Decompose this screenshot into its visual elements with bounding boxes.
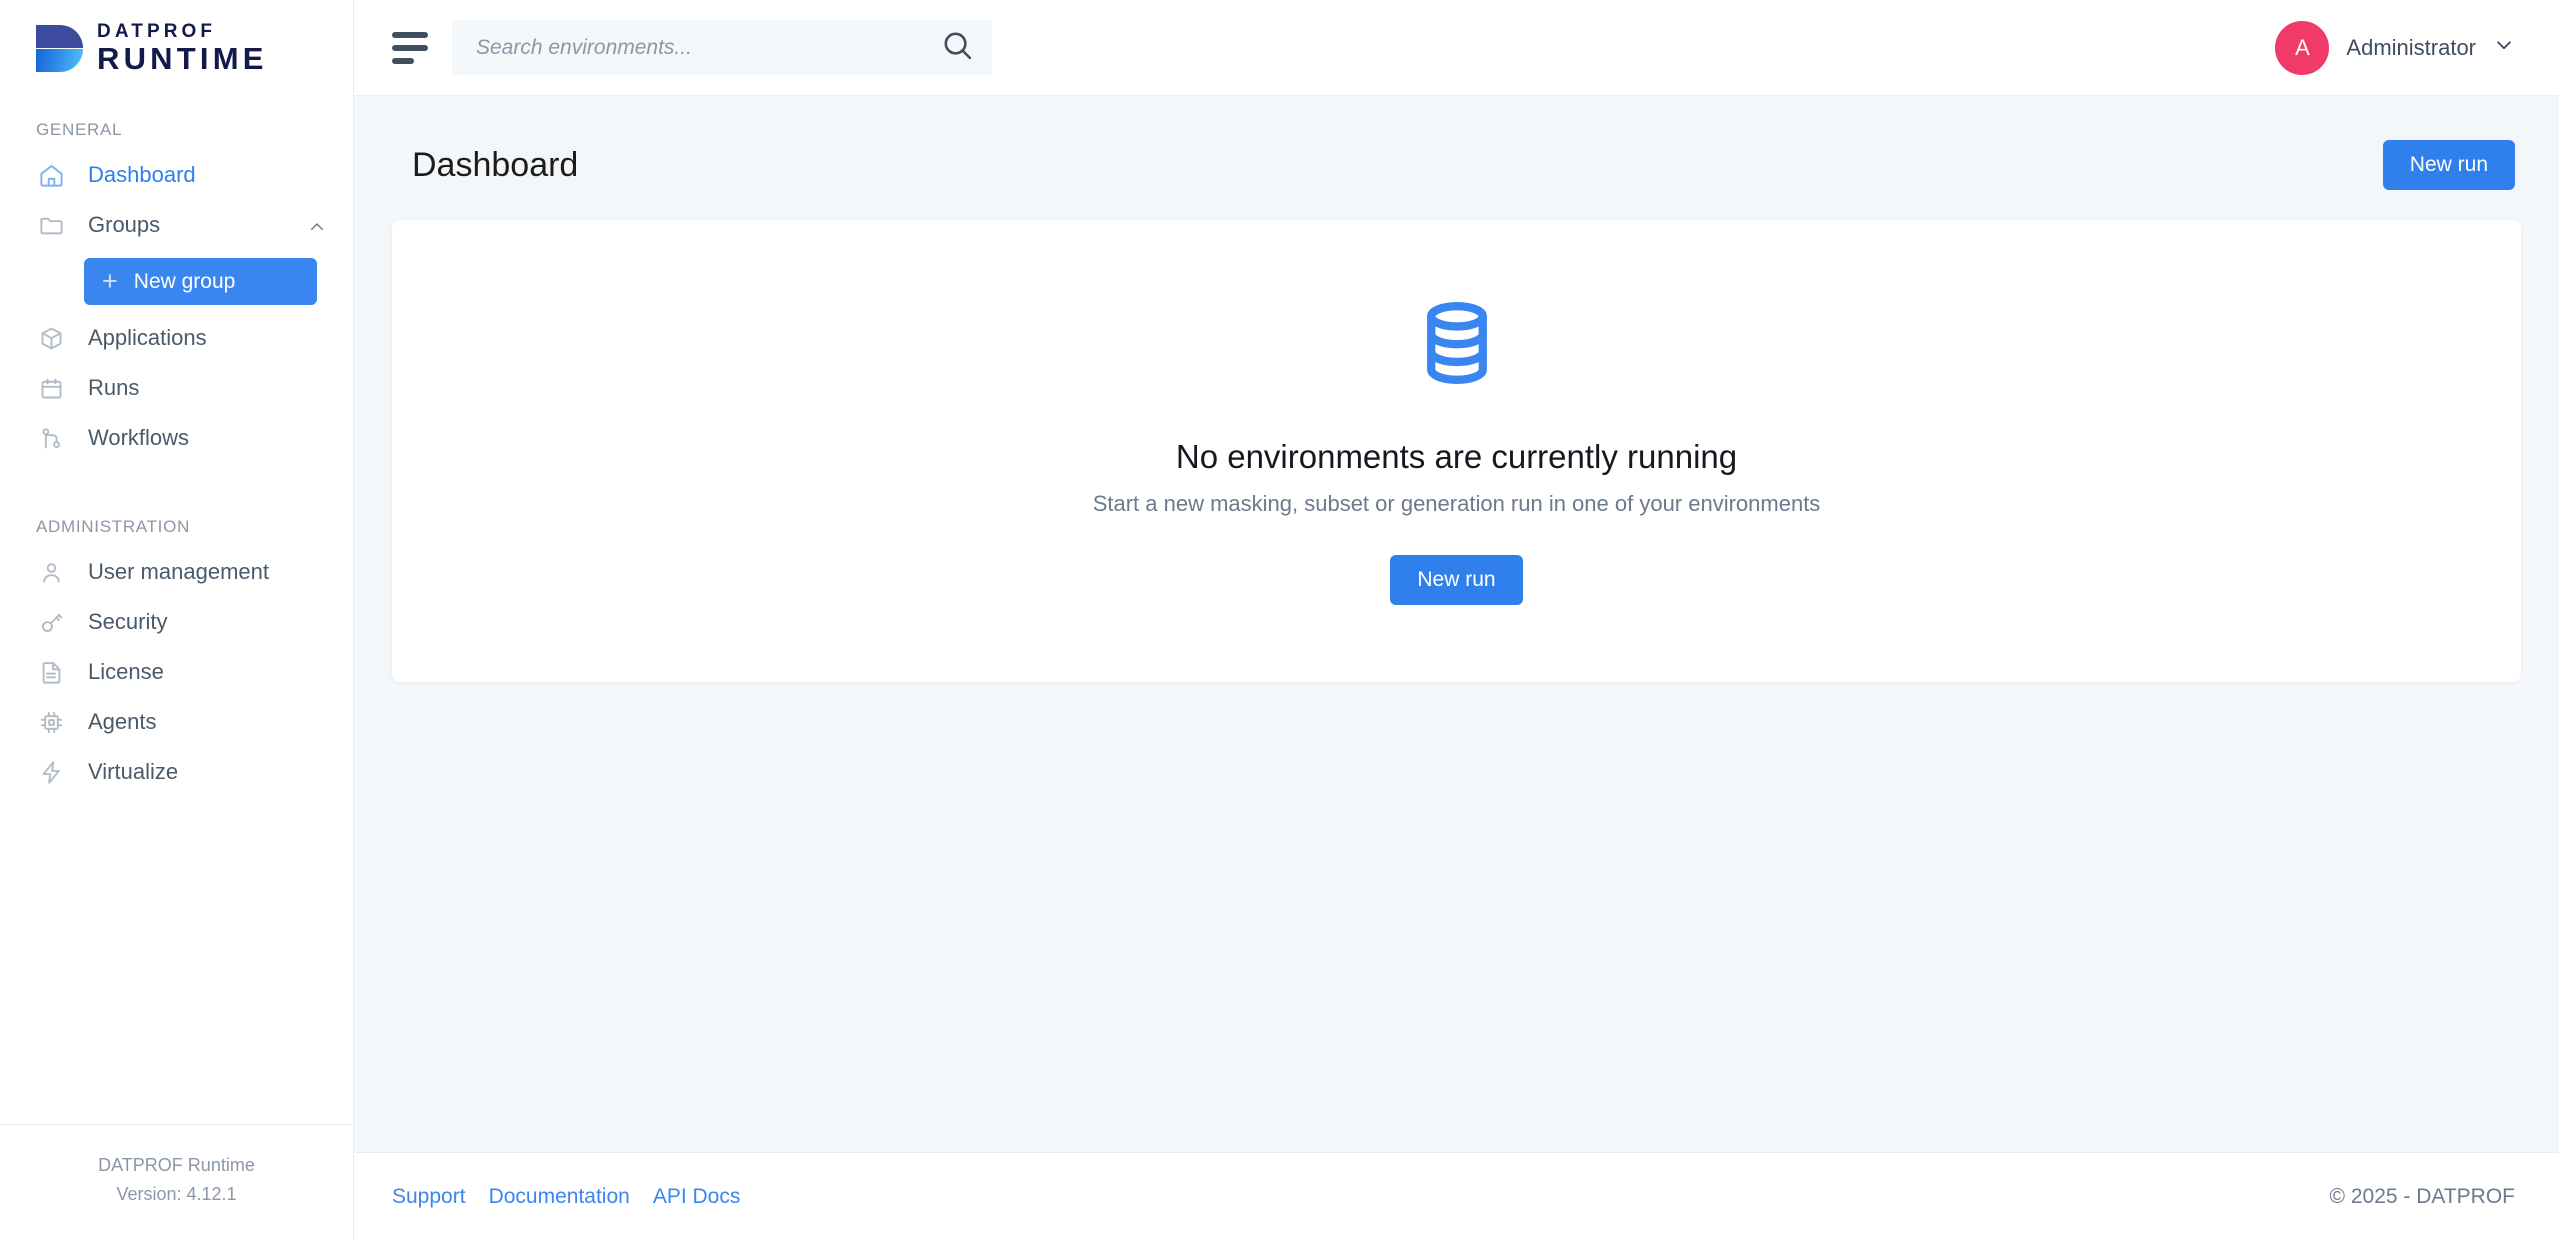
empty-state-title: No environments are currently running bbox=[1175, 438, 1738, 475]
nav-section-administration-title: ADMINISTRATION bbox=[36, 517, 190, 536]
sidebar-item-runs[interactable]: Runs bbox=[0, 363, 353, 413]
sidebar-item-label: Runs bbox=[88, 375, 140, 400]
new-group-button-label: New group bbox=[133, 269, 236, 293]
sidebar-item-security[interactable]: Security bbox=[0, 597, 353, 647]
sidebar-footer: DATPROF Runtime Version: 4.12.1 bbox=[0, 1123, 353, 1240]
sidebar-item-label: Security bbox=[88, 609, 168, 634]
sidebar-item-agents[interactable]: Agents bbox=[0, 697, 353, 747]
new-run-button-top[interactable]: New run bbox=[2382, 140, 2515, 190]
cpu-chip-icon bbox=[36, 707, 67, 738]
git-branch-icon bbox=[36, 423, 67, 454]
brand-datprof: DATPROF bbox=[97, 20, 217, 42]
copyright-text: © 2025 - DATPROF bbox=[2329, 1184, 2515, 1208]
footer-link-api-docs[interactable]: API Docs bbox=[653, 1185, 741, 1209]
hamburger-bar bbox=[392, 44, 428, 51]
sidebar-item-user-management[interactable]: User management bbox=[0, 547, 353, 597]
lightning-bolt-icon bbox=[36, 757, 67, 788]
page-footer: Support Documentation API Docs © 2025 - … bbox=[354, 1152, 2559, 1240]
empty-state: No environments are currently running St… bbox=[1092, 297, 1821, 605]
sidebar-item-groups[interactable]: Groups bbox=[0, 200, 353, 250]
database-icon bbox=[1411, 297, 1503, 394]
brand-wordmark: DATPROF RUNTIME bbox=[97, 21, 268, 75]
calendar-icon bbox=[36, 373, 67, 404]
home-icon bbox=[36, 160, 67, 191]
new-group-button[interactable]: + New group bbox=[84, 258, 317, 305]
empty-state-subtitle: Start a new masking, subset or generatio… bbox=[1092, 491, 1821, 516]
user-icon bbox=[36, 557, 67, 588]
user-name: Administrator bbox=[2346, 34, 2476, 60]
app-root: DATPROF RUNTIME GENERAL Dashboard Groups bbox=[0, 0, 2559, 1240]
dashboard-card: No environments are currently running St… bbox=[392, 220, 2521, 682]
folder-icon bbox=[36, 210, 67, 241]
avatar: A bbox=[2275, 20, 2330, 75]
brand-logo[interactable]: DATPROF RUNTIME bbox=[0, 0, 353, 96]
hamburger-bar bbox=[392, 57, 414, 64]
sidebar-item-label: License bbox=[88, 659, 164, 684]
datprof-logo-icon bbox=[36, 23, 84, 73]
sidebar-item-label: User management bbox=[88, 559, 269, 584]
sidebar-item-virtualize[interactable]: Virtualize bbox=[0, 747, 353, 797]
package-icon bbox=[36, 323, 67, 354]
sidebar-item-label: Virtualize bbox=[88, 759, 179, 784]
sidebar-item-license[interactable]: License bbox=[0, 647, 353, 697]
main-area: A Administrator Dashboard New run bbox=[354, 0, 2559, 1240]
sidebar: DATPROF RUNTIME GENERAL Dashboard Groups bbox=[0, 0, 354, 1240]
sidebar-item-workflows[interactable]: Workflows bbox=[0, 413, 353, 463]
key-icon bbox=[36, 607, 67, 638]
chevron-down-icon[interactable] bbox=[2493, 34, 2515, 61]
hamburger-bar bbox=[392, 31, 428, 38]
page-title: Dashboard bbox=[412, 145, 579, 184]
footer-link-documentation[interactable]: Documentation bbox=[489, 1185, 630, 1209]
logo-shape-top bbox=[36, 25, 83, 48]
nav-section-general-title: GENERAL bbox=[36, 120, 123, 139]
sidebar-item-label: Agents bbox=[88, 709, 157, 734]
search-input[interactable] bbox=[476, 35, 941, 60]
chevron-up-icon[interactable] bbox=[308, 216, 326, 234]
document-icon bbox=[36, 657, 67, 688]
user-menu[interactable]: A Administrator bbox=[2275, 20, 2515, 75]
footer-link-support[interactable]: Support bbox=[392, 1185, 466, 1209]
content-area: Dashboard New run No environments are cu… bbox=[354, 96, 2559, 1152]
footer-links: Support Documentation API Docs bbox=[392, 1185, 740, 1209]
plus-icon: + bbox=[102, 266, 118, 296]
new-group-container: + New group bbox=[0, 250, 353, 313]
product-version: Version: 4.12.1 bbox=[116, 1184, 237, 1205]
sidebar-item-label: Applications bbox=[88, 325, 207, 350]
topbar: A Administrator bbox=[354, 0, 2559, 96]
content-header: Dashboard New run bbox=[392, 140, 2521, 220]
sidebar-item-label: Workflows bbox=[88, 425, 190, 450]
new-run-button-empty-state[interactable]: New run bbox=[1390, 555, 1523, 605]
sidebar-item-dashboard[interactable]: Dashboard bbox=[0, 150, 353, 200]
logo-shape-bottom bbox=[36, 49, 83, 72]
sidebar-nav: GENERAL Dashboard Groups + New group App… bbox=[0, 96, 353, 1124]
sidebar-item-label: Groups bbox=[88, 212, 161, 237]
sidebar-item-applications[interactable]: Applications bbox=[0, 313, 353, 363]
product-name: DATPROF Runtime bbox=[98, 1154, 255, 1175]
search-icon[interactable] bbox=[941, 29, 974, 67]
brand-runtime: RUNTIME bbox=[97, 40, 268, 76]
sidebar-item-label: Dashboard bbox=[88, 162, 196, 187]
search-container[interactable] bbox=[452, 20, 992, 75]
hamburger-icon[interactable] bbox=[392, 29, 430, 67]
